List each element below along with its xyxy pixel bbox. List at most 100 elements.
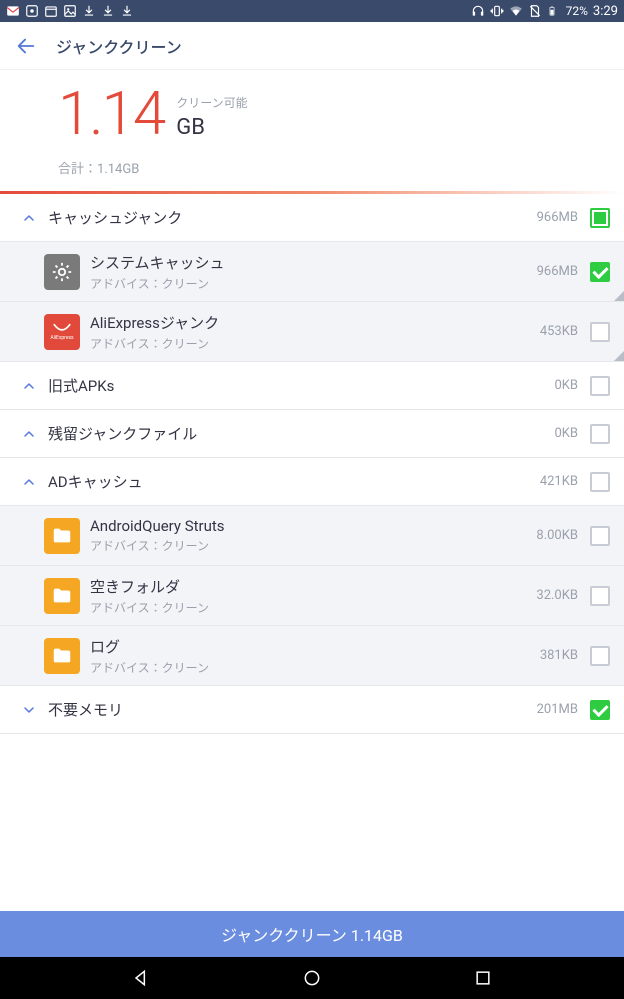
status-right-icons: 72% 3:29 xyxy=(471,4,618,19)
category-label: 不要メモリ xyxy=(48,699,537,720)
app-bar: ジャンククリーン xyxy=(0,22,624,70)
item-advice: アドバイス：クリーン xyxy=(90,659,540,676)
expand-corner-icon xyxy=(614,291,624,301)
chevron-down-icon xyxy=(21,702,37,718)
category-size: 966MB xyxy=(537,210,578,225)
expand-toggle[interactable] xyxy=(14,702,44,718)
item-icon-empty-folder xyxy=(44,578,80,614)
status-bar: 72% 3:29 xyxy=(0,0,624,22)
category-label: 旧式APKs xyxy=(48,375,554,396)
item-checkbox-empty-folder[interactable] xyxy=(590,586,610,606)
category-row-old-apks[interactable]: 旧式APKs 0KB xyxy=(0,362,624,410)
item-size: 381KB xyxy=(540,648,578,663)
vibrate-icon xyxy=(490,4,504,18)
expand-toggle[interactable] xyxy=(14,474,44,490)
item-icon-aliexpress: AliExpress xyxy=(44,314,80,350)
item-checkbox-aliexpress[interactable] xyxy=(590,322,610,342)
category-label: 残留ジャンクファイル xyxy=(48,423,554,444)
chevron-up-icon xyxy=(21,210,37,226)
expand-toggle[interactable] xyxy=(14,426,44,442)
nav-home-icon xyxy=(302,968,322,988)
calendar-icon xyxy=(44,4,58,18)
smile-icon xyxy=(51,323,73,335)
item-row-empty-folder[interactable]: 空きフォルダ アドバイス：クリーン 32.0KB xyxy=(0,566,624,626)
summary-panel: 1.14 クリーン可能 GB 合計：1.14GB xyxy=(0,70,624,185)
item-size: 966MB xyxy=(537,264,578,279)
nav-back-button[interactable] xyxy=(111,963,171,993)
wifi-icon xyxy=(509,4,523,18)
item-size: 453KB xyxy=(540,324,578,339)
download-icon xyxy=(120,4,134,18)
chevron-up-icon xyxy=(21,378,37,394)
item-row-aq-struts[interactable]: AndroidQuery Struts アドバイス：クリーン 8.00KB xyxy=(0,506,624,566)
item-advice: アドバイス：クリーン xyxy=(90,599,536,616)
category-checkbox-cache[interactable] xyxy=(590,208,610,228)
download-icon xyxy=(101,4,115,18)
folder-icon xyxy=(51,525,73,547)
item-label: AndroidQuery Struts xyxy=(90,517,536,535)
clock: 3:29 xyxy=(593,4,618,19)
nav-home-button[interactable] xyxy=(282,963,342,993)
category-size: 0KB xyxy=(554,378,578,393)
folder-icon xyxy=(51,645,73,667)
cleanable-label: クリーン可能 xyxy=(176,94,247,111)
gmail-icon xyxy=(6,4,20,18)
category-row-cache[interactable]: キャッシュジャンク 966MB xyxy=(0,194,624,242)
item-row-aliexpress[interactable]: AliExpress AliExpressジャンク アドバイス：クリーン 453… xyxy=(0,302,624,362)
headphones-icon xyxy=(471,4,485,18)
battery-icon xyxy=(547,4,561,18)
no-sim-icon xyxy=(528,4,542,18)
clean-button-label: ジャンククリーン 1.14GB xyxy=(221,922,403,946)
item-size: 8.00KB xyxy=(536,528,578,543)
category-size: 421KB xyxy=(540,474,578,489)
expand-toggle[interactable] xyxy=(14,378,44,394)
chevron-up-icon xyxy=(21,474,37,490)
category-checkbox-residual[interactable] xyxy=(590,424,610,444)
category-checkbox-ad-cache[interactable] xyxy=(590,472,610,492)
gear-icon xyxy=(51,261,73,283)
app-icon xyxy=(25,4,39,18)
expand-corner-icon xyxy=(614,351,624,361)
category-row-residual[interactable]: 残留ジャンクファイル 0KB xyxy=(0,410,624,458)
item-row-system-cache[interactable]: システムキャッシュ アドバイス：クリーン 966MB xyxy=(0,242,624,302)
category-label: キャッシュジャンク xyxy=(48,207,537,228)
nav-recent-button[interactable] xyxy=(453,963,513,993)
item-label: システムキャッシュ xyxy=(90,252,537,273)
page-title: ジャンククリーン xyxy=(56,34,182,58)
clean-button[interactable]: ジャンククリーン 1.14GB xyxy=(0,911,624,957)
cleanable-size-number: 1.14 xyxy=(58,84,164,144)
category-label: ADキャッシュ xyxy=(48,471,540,492)
nav-back-icon xyxy=(131,968,151,988)
folder-icon xyxy=(51,585,73,607)
download-icon xyxy=(82,4,96,18)
item-checkbox-aq-struts[interactable] xyxy=(590,526,610,546)
item-icon-system-cache xyxy=(44,254,80,290)
chevron-up-icon xyxy=(21,426,37,442)
item-advice: アドバイス：クリーン xyxy=(90,335,540,352)
item-checkbox-system-cache[interactable] xyxy=(590,262,610,282)
cleanable-unit: GB xyxy=(176,115,247,140)
category-checkbox-old-apks[interactable] xyxy=(590,376,610,396)
status-left-icons xyxy=(6,4,134,18)
category-size: 201MB xyxy=(537,702,578,717)
category-row-unused-mem[interactable]: 不要メモリ 201MB xyxy=(0,686,624,734)
item-advice: アドバイス：クリーン xyxy=(90,537,536,554)
category-row-ad-cache[interactable]: ADキャッシュ 421KB xyxy=(0,458,624,506)
item-row-log[interactable]: ログ アドバイス：クリーン 381KB xyxy=(0,626,624,686)
item-size: 32.0KB xyxy=(536,588,578,603)
item-label: 空きフォルダ xyxy=(90,576,536,597)
expand-toggle[interactable] xyxy=(14,210,44,226)
item-icon-log xyxy=(44,638,80,674)
nav-recent-icon xyxy=(473,968,493,988)
category-checkbox-unused-mem[interactable] xyxy=(590,700,610,720)
arrow-left-icon xyxy=(15,35,37,57)
nav-bar xyxy=(0,957,624,999)
item-icon-aq-struts xyxy=(44,518,80,554)
item-label: ログ xyxy=(90,636,540,657)
item-advice: アドバイス：クリーン xyxy=(90,275,537,292)
junk-list: キャッシュジャンク 966MB システムキャッシュ アドバイス：クリーン 966… xyxy=(0,194,624,911)
item-checkbox-log[interactable] xyxy=(590,646,610,666)
back-button[interactable] xyxy=(12,32,40,60)
total-line: 合計：1.14GB xyxy=(58,158,610,177)
item-label: AliExpressジャンク xyxy=(90,312,540,333)
